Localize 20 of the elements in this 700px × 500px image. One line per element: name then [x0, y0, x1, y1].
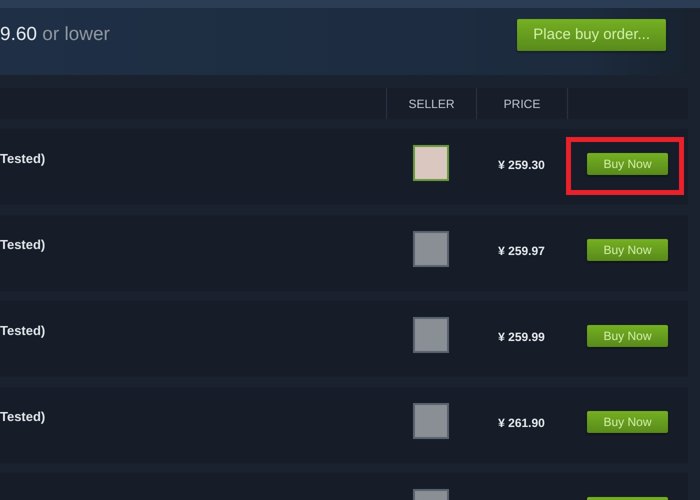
buy-now-button[interactable]: Buy Now [587, 239, 668, 261]
seller-avatar[interactable] [413, 145, 449, 181]
column-header: SELLER [408, 96, 455, 110]
place-buy-order-button[interactable]: Place buy order... [517, 18, 666, 50]
buy-now-button[interactable]: Buy Now [587, 153, 668, 175]
item-name: Tested) [0, 409, 46, 424]
listing-price: ¥ 259.99 [498, 330, 545, 346]
listing-price: ¥ 261.90 [498, 416, 545, 432]
buy-now-button[interactable]: Buy Now [587, 411, 668, 433]
item-name: Tested) [0, 323, 46, 338]
listing-price: ¥ 259.30 [498, 158, 545, 174]
seller-avatar[interactable] [413, 403, 449, 439]
column-header: PRICE [504, 96, 540, 110]
seller-avatar[interactable] [413, 317, 449, 353]
buy-now-button[interactable]: Buy Now [587, 325, 668, 347]
item-name: Tested) [0, 237, 46, 252]
buy-order-text: 9.60 or lower [0, 24, 110, 46]
listing-price: ¥ 259.97 [498, 244, 545, 260]
seller-avatar[interactable] [413, 231, 449, 267]
item-name: Tested) [0, 151, 46, 166]
